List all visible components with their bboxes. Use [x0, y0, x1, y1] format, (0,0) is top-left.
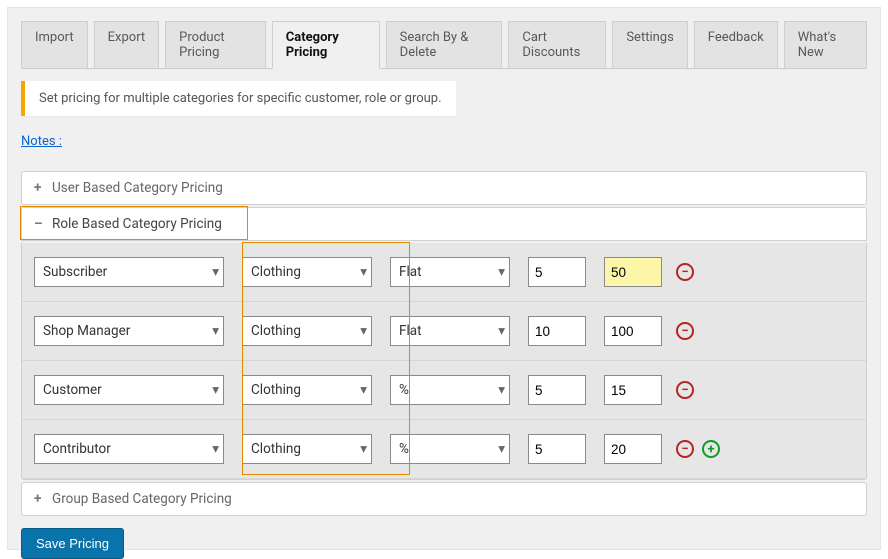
- remove-row-icon[interactable]: −: [676, 381, 694, 399]
- accordion-header-group[interactable]: + Group Based Category Pricing: [22, 483, 866, 515]
- value1-input[interactable]: [528, 434, 586, 464]
- info-notice: Set pricing for multiple categories for …: [21, 81, 456, 116]
- value1-input[interactable]: [528, 257, 586, 287]
- chevron-down-icon: ▾: [212, 382, 219, 398]
- type-select[interactable]: Flat ▾: [390, 257, 510, 287]
- value2-input[interactable]: [604, 257, 662, 287]
- chevron-down-icon: ▾: [360, 323, 367, 339]
- accordion-role-based: – Role Based Category Pricing: [21, 207, 867, 241]
- role-rules-body: Subscriber ▾ Clothing ▾ Flat ▾ −: [21, 243, 867, 480]
- chevron-down-icon: ▾: [212, 264, 219, 280]
- rule-row: Shop Manager ▾ Clothing ▾ Flat ▾ −: [22, 302, 866, 361]
- tab-whats-new[interactable]: What's New: [784, 21, 867, 69]
- type-select[interactable]: % ▾: [390, 434, 510, 464]
- type-select[interactable]: % ▾: [390, 375, 510, 405]
- notes-link[interactable]: Notes :: [21, 134, 62, 149]
- chevron-down-icon: ▾: [498, 323, 505, 339]
- accordion-header-user[interactable]: + User Based Category Pricing: [22, 172, 866, 204]
- plus-icon: +: [34, 491, 48, 507]
- remove-row-icon[interactable]: −: [676, 263, 694, 281]
- tab-bar: Import Export Product Pricing Category P…: [21, 20, 867, 69]
- chevron-down-icon: ▾: [498, 382, 505, 398]
- minus-icon: –: [34, 216, 48, 232]
- chevron-down-icon: ▾: [498, 441, 505, 457]
- accordion-group-based: + Group Based Category Pricing: [21, 482, 867, 516]
- value2-input[interactable]: [604, 375, 662, 405]
- tab-import[interactable]: Import: [21, 21, 88, 69]
- save-pricing-button[interactable]: Save Pricing: [21, 528, 124, 559]
- chevron-down-icon: ▾: [498, 264, 505, 280]
- accordion-title: User Based Category Pricing: [52, 180, 223, 196]
- add-row-icon[interactable]: +: [702, 440, 720, 458]
- role-select[interactable]: Customer ▾: [34, 375, 224, 405]
- category-select[interactable]: Clothing ▾: [242, 434, 372, 464]
- accordion-title: Role Based Category Pricing: [52, 216, 222, 232]
- plus-icon: +: [34, 180, 48, 196]
- value2-input[interactable]: [604, 434, 662, 464]
- value2-input[interactable]: [604, 316, 662, 346]
- remove-row-icon[interactable]: −: [676, 322, 694, 340]
- tab-feedback[interactable]: Feedback: [694, 21, 778, 69]
- tab-cart-discounts[interactable]: Cart Discounts: [508, 21, 606, 69]
- category-select[interactable]: Clothing ▾: [242, 257, 372, 287]
- tab-product-pricing[interactable]: Product Pricing: [165, 21, 266, 69]
- value1-input[interactable]: [528, 375, 586, 405]
- rule-row: Customer ▾ Clothing ▾ % ▾ −: [22, 361, 866, 420]
- category-select[interactable]: Clothing ▾: [242, 316, 372, 346]
- rule-row: Contributor ▾ Clothing ▾ % ▾ −: [22, 420, 866, 479]
- role-select[interactable]: Shop Manager ▾: [34, 316, 224, 346]
- chevron-down-icon: ▾: [360, 382, 367, 398]
- chevron-down-icon: ▾: [360, 264, 367, 280]
- role-select[interactable]: Subscriber ▾: [34, 257, 224, 287]
- chevron-down-icon: ▾: [360, 441, 367, 457]
- category-select[interactable]: Clothing ▾: [242, 375, 372, 405]
- chevron-down-icon: ▾: [212, 323, 219, 339]
- tab-export[interactable]: Export: [94, 21, 160, 69]
- remove-row-icon[interactable]: −: [676, 440, 694, 458]
- accordion-title: Group Based Category Pricing: [52, 491, 232, 507]
- tab-settings[interactable]: Settings: [612, 21, 687, 69]
- tab-search-delete[interactable]: Search By & Delete: [386, 21, 503, 69]
- chevron-down-icon: ▾: [212, 441, 219, 457]
- type-select[interactable]: Flat ▾: [390, 316, 510, 346]
- value1-input[interactable]: [528, 316, 586, 346]
- accordion-user-based: + User Based Category Pricing: [21, 171, 867, 205]
- role-select[interactable]: Contributor ▾: [34, 434, 224, 464]
- tab-category-pricing[interactable]: Category Pricing: [272, 21, 380, 69]
- rule-row: Subscriber ▾ Clothing ▾ Flat ▾ −: [22, 243, 866, 302]
- accordion-header-role[interactable]: – Role Based Category Pricing: [22, 208, 866, 240]
